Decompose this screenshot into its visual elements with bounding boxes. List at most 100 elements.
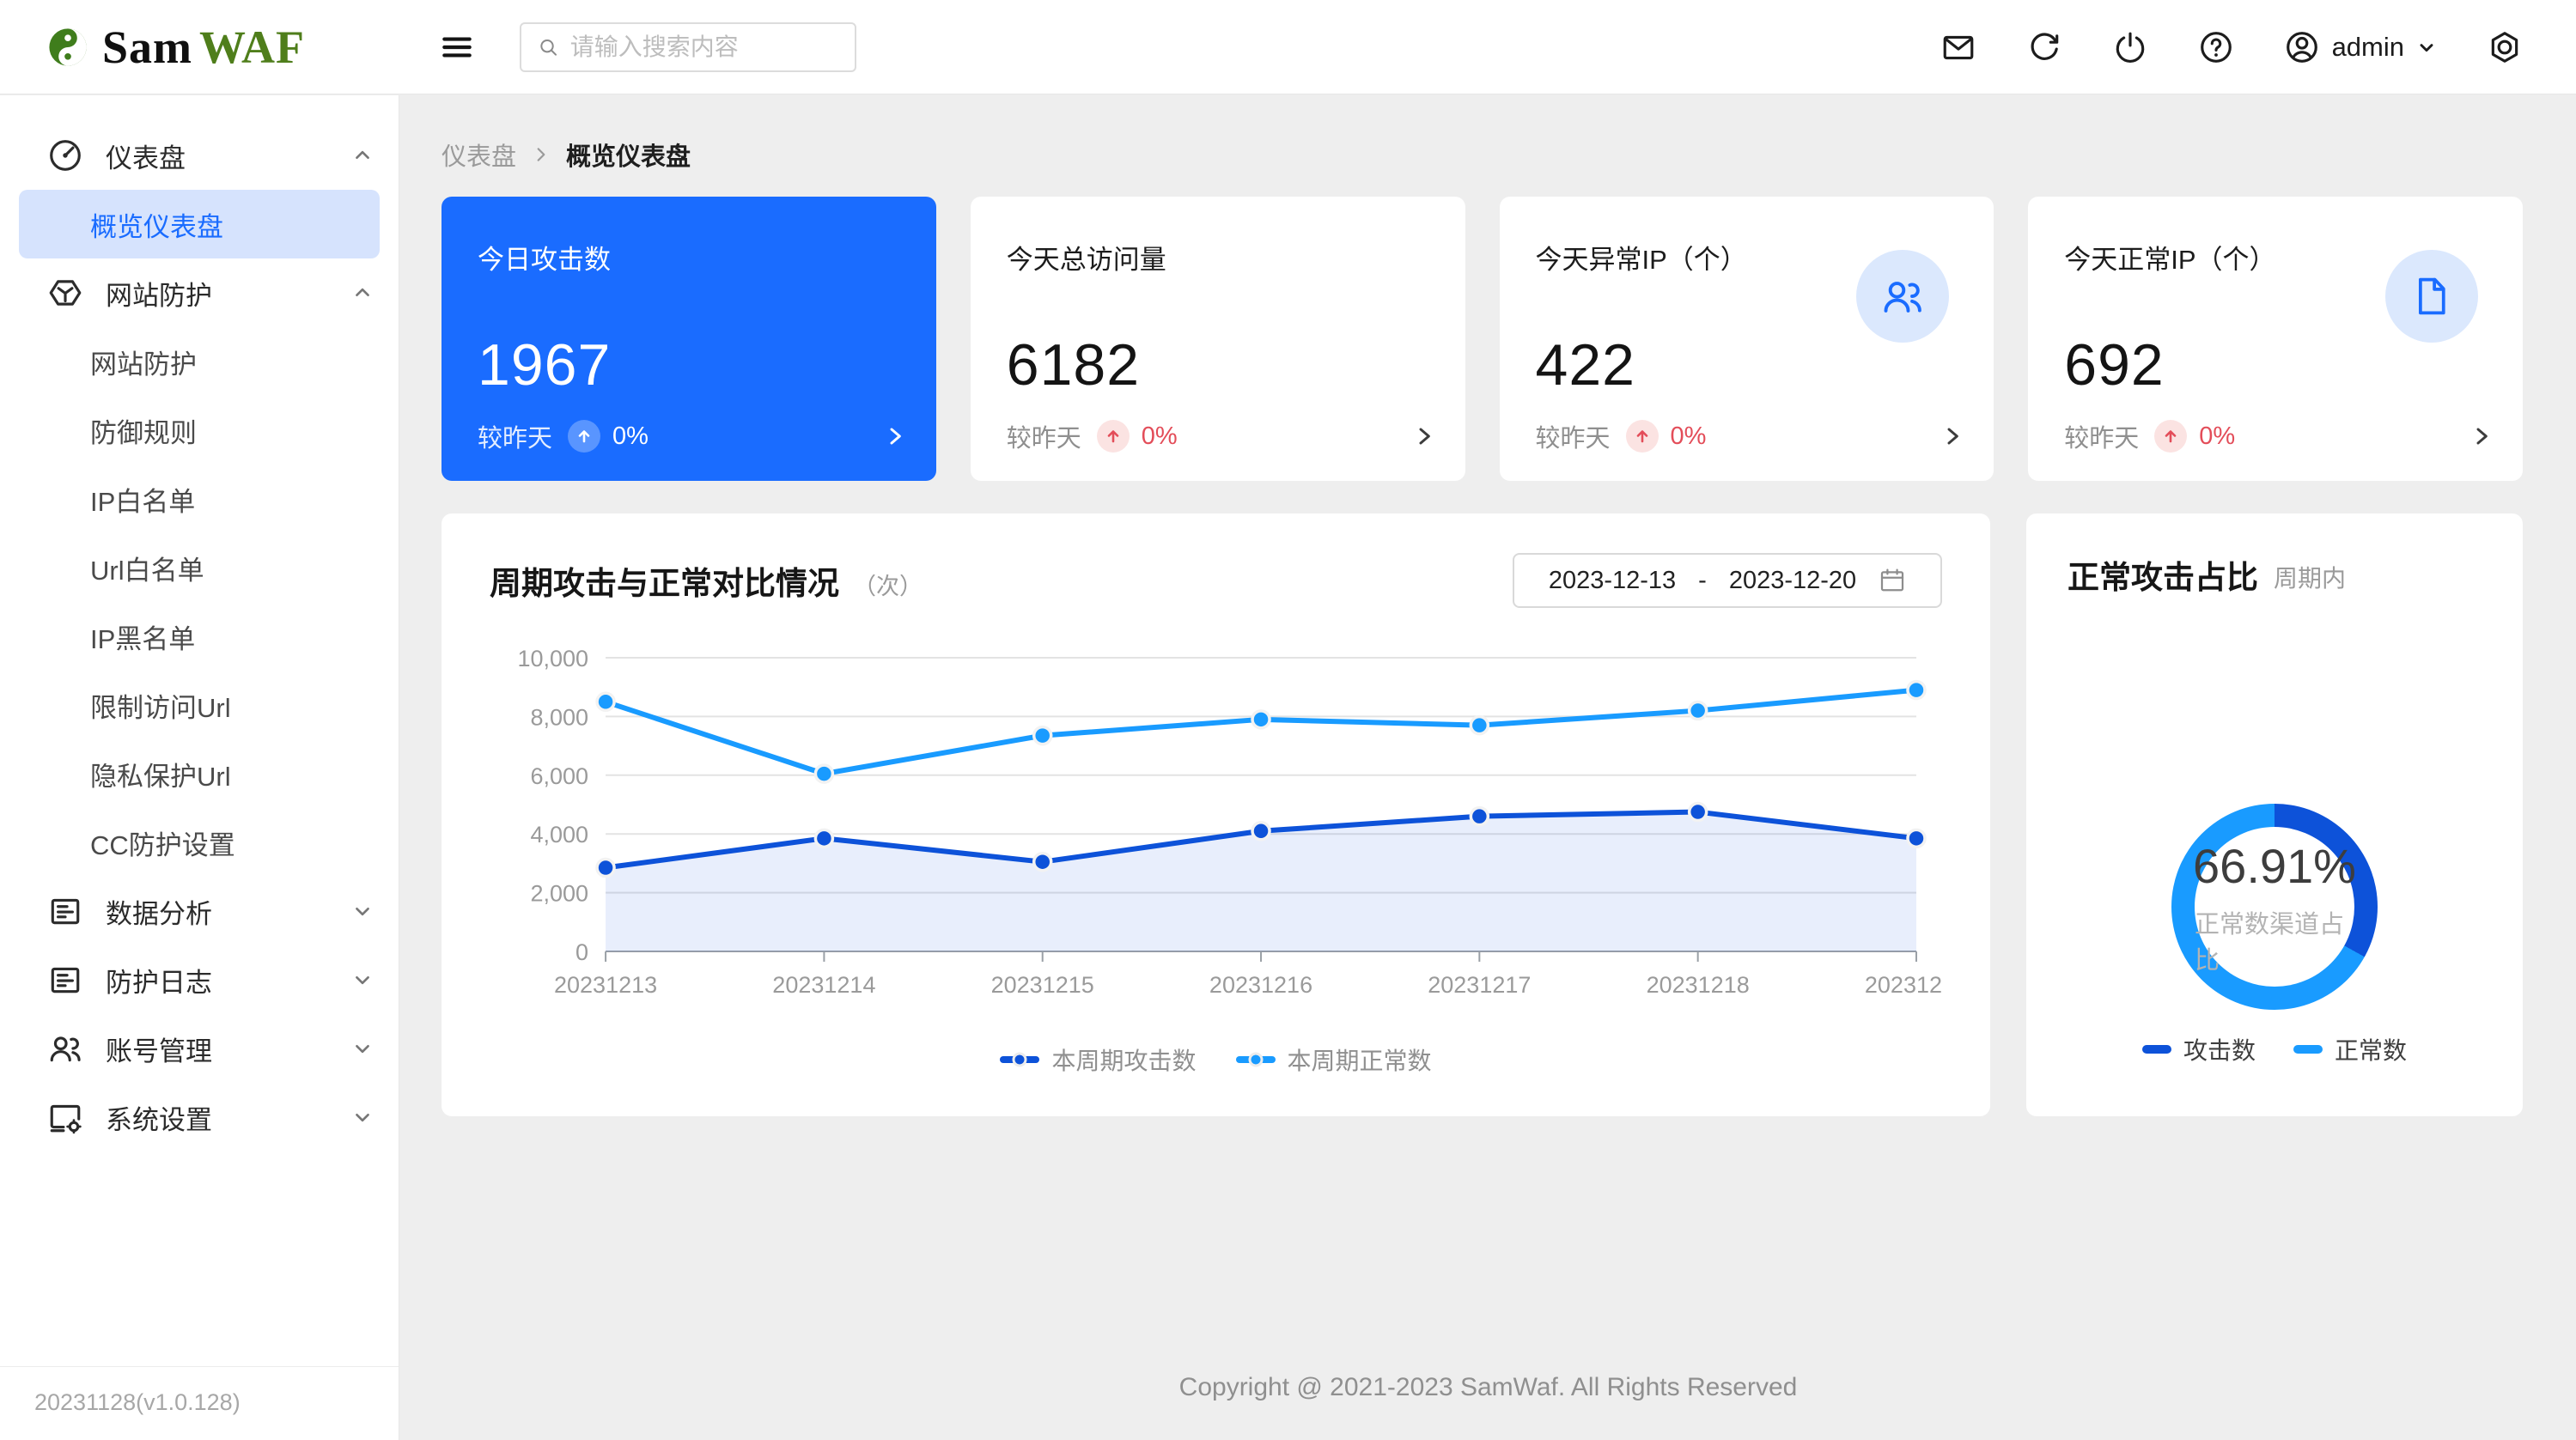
card-value: 6182	[1007, 331, 1429, 398]
card-title: 今日攻击数	[478, 238, 900, 276]
date-end: 2023-12-20	[1729, 567, 1856, 595]
sidebar-item-restricted-url[interactable]: 限制访问Url	[0, 671, 399, 739]
svg-text:8,000: 8,000	[530, 704, 588, 730]
legend-label: 正常数	[2335, 1032, 2407, 1066]
dashboard-icon	[47, 137, 83, 173]
donut-subtitle: 周期内	[2274, 560, 2346, 594]
sidebar-item-label: 网站防护	[106, 274, 212, 313]
svg-text:20231215: 20231215	[991, 972, 1094, 998]
avatar-icon	[2284, 29, 2320, 65]
chevron-down-icon	[352, 1107, 373, 1127]
sidebar-item-label: 限制访问Url	[90, 686, 231, 725]
log-panel-icon	[47, 962, 83, 998]
chevron-up-icon	[352, 283, 373, 303]
logout-button[interactable]	[2112, 29, 2148, 65]
main-content: 仪表盘 概览仪表盘 今日攻击数 1967 较昨天 0% 今天总访问量 6182 …	[400, 95, 2576, 1440]
date-range-picker[interactable]: 2023-12-13 - 2023-12-20	[1513, 553, 1942, 608]
legend-item-normals[interactable]: 正常数	[2293, 1032, 2407, 1066]
sidebar-item-label: 网站防护	[90, 343, 197, 381]
top-header: SamWAF admin	[0, 0, 2576, 94]
mail-button[interactable]	[1940, 29, 1976, 65]
arrow-up-icon	[2161, 427, 2180, 446]
search-icon	[537, 34, 560, 60]
legend-marker	[1000, 1056, 1039, 1063]
card-today-visits[interactable]: 今天总访问量 6182 较昨天 0%	[971, 197, 1465, 481]
sidebar-item-label: 隐私保护Url	[90, 755, 231, 793]
svg-text:10,000: 10,000	[517, 646, 588, 671]
help-button[interactable]	[2198, 29, 2234, 65]
line-chart-legend: 本周期攻击数 本周期正常数	[490, 1042, 1942, 1077]
arrow-up-icon	[1104, 427, 1123, 446]
log-panel-icon	[47, 893, 83, 929]
compare-value: 0%	[2199, 422, 2235, 451]
chevron-right-icon[interactable]	[885, 426, 905, 447]
sidebar-item-ip-blacklist[interactable]: IP黑名单	[0, 602, 399, 671]
legend-marker	[1236, 1056, 1276, 1063]
line-chart-header: 周期攻击与正常对比情况 （次） 2023-12-13 - 2023-12-20	[490, 553, 1942, 608]
line-chart-title: 周期攻击与正常对比情况	[490, 557, 839, 604]
svg-text:20231214: 20231214	[772, 972, 875, 998]
arrow-up-icon	[575, 427, 594, 446]
refresh-button[interactable]	[2026, 29, 2062, 65]
chevron-down-icon	[352, 1038, 373, 1059]
power-icon	[2112, 29, 2148, 65]
card-footer: 较昨天 0%	[2064, 410, 2492, 462]
sidebar-item-label: CC防护设置	[90, 823, 235, 862]
settings-button[interactable]	[2487, 29, 2523, 65]
sidebar-item-url-whitelist[interactable]: Url白名单	[0, 533, 399, 602]
breadcrumb: 仪表盘 概览仪表盘	[442, 137, 2523, 173]
chevron-right-icon[interactable]	[1414, 426, 1434, 447]
card-today-abnormal-ip[interactable]: 今天异常IP（个） 422 较昨天 0%	[1500, 197, 1994, 481]
global-search	[520, 22, 856, 72]
sidebar-item-ip-whitelist[interactable]: IP白名单	[0, 465, 399, 533]
sidebar-item-site-protection[interactable]: 网站防护	[0, 327, 399, 396]
svg-text:20231218: 20231218	[1647, 972, 1750, 998]
breadcrumb-current: 概览仪表盘	[566, 137, 691, 173]
card-today-attacks[interactable]: 今日攻击数 1967 较昨天 0%	[442, 197, 936, 481]
sidebar-group-account-management[interactable]: 账号管理	[0, 1014, 399, 1083]
compare-label: 较昨天	[1536, 418, 1611, 454]
search-input[interactable]	[570, 33, 839, 61]
donut-legend: 攻击数 正常数	[2142, 1032, 2407, 1066]
chevron-right-icon[interactable]	[1942, 426, 1963, 447]
sidebar-item-cc-protection[interactable]: CC防护设置	[0, 808, 399, 877]
sidebar-group-dashboard[interactable]: 仪表盘	[0, 121, 399, 190]
sidebar-group-site-protection[interactable]: 网站防护	[0, 258, 399, 327]
sidebar-item-defense-rules[interactable]: 防御规则	[0, 396, 399, 465]
legend-item-attack-series[interactable]: 本周期攻击数	[1000, 1042, 1196, 1077]
usergroup-bubble	[1856, 250, 1949, 343]
card-today-normal-ip[interactable]: 今天正常IP（个） 692 较昨天 0%	[2028, 197, 2523, 481]
legend-swatch	[2142, 1045, 2171, 1054]
trend-up-badge	[2154, 420, 2187, 453]
sidebar-item-privacy-url[interactable]: 隐私保护Url	[0, 739, 399, 808]
chevron-right-icon[interactable]	[2471, 426, 2492, 447]
compare-value: 0%	[1671, 422, 1707, 451]
card-footer: 较昨天 0%	[1007, 410, 1434, 462]
brand-sam: Sam	[102, 21, 192, 73]
collapse-menu-button[interactable]	[439, 29, 475, 65]
svg-text:6,000: 6,000	[530, 763, 588, 789]
svg-text:20231216: 20231216	[1209, 972, 1312, 998]
sidebar-item-overview-dashboard[interactable]: 概览仪表盘	[19, 190, 380, 258]
legend-swatch	[2293, 1045, 2323, 1054]
compare-value: 0%	[1142, 422, 1178, 451]
svg-text:4,000: 4,000	[530, 822, 588, 848]
brand-text: SamWAF	[102, 21, 305, 74]
chevron-down-icon	[352, 901, 373, 921]
sidebar-group-data-analysis[interactable]: 数据分析	[0, 877, 399, 945]
sidebar-group-protection-logs[interactable]: 防护日志	[0, 945, 399, 1014]
copyright-text: Copyright @ 2021-2023 SamWaf. All Rights…	[400, 1373, 2576, 1402]
legend-label: 攻击数	[2183, 1032, 2256, 1066]
sidebar-item-label: 账号管理	[106, 1030, 212, 1068]
shield-hexagon-icon	[47, 275, 83, 311]
legend-item-normal-series[interactable]: 本周期正常数	[1236, 1042, 1432, 1077]
sidebar-group-system-settings[interactable]: 系统设置	[0, 1083, 399, 1151]
card-title: 今天总访问量	[1007, 238, 1429, 276]
file-bubble	[2385, 250, 2478, 343]
legend-item-attacks[interactable]: 攻击数	[2142, 1032, 2256, 1066]
legend-label: 本周期攻击数	[1051, 1042, 1196, 1077]
sidebar-item-label: 概览仪表盘	[90, 205, 223, 244]
breadcrumb-parent[interactable]: 仪表盘	[442, 137, 516, 173]
account-menu[interactable]: admin	[2284, 29, 2437, 65]
sidebar-menu: 仪表盘 概览仪表盘 网站防护 网站防护 防御规则 IP白名单 Url白名单 IP…	[0, 95, 399, 1151]
